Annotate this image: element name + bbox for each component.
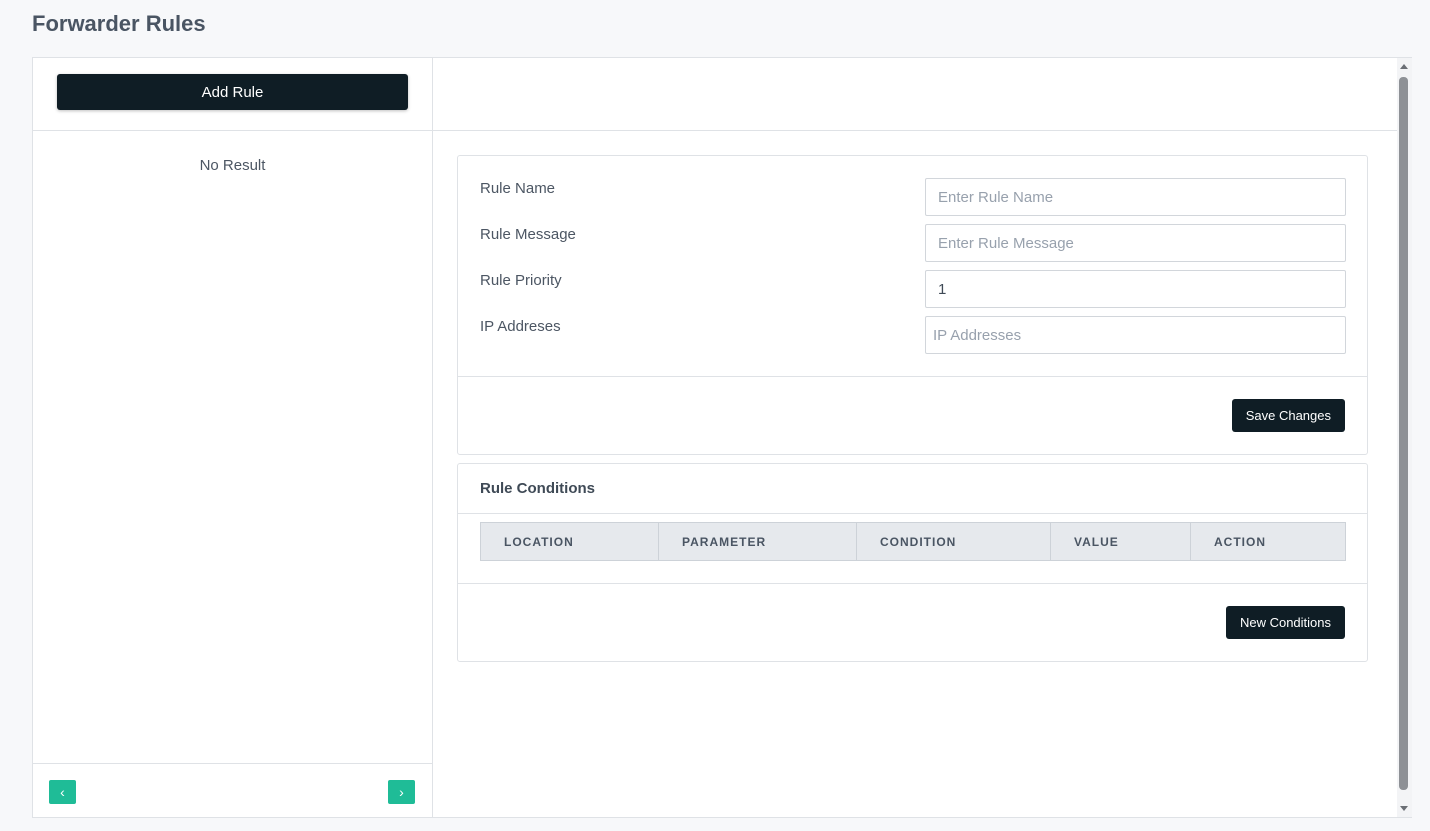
- conditions-title-divider: [458, 513, 1367, 514]
- column-header-condition: CONDITION: [856, 522, 1051, 561]
- rule-priority-label: Rule Priority: [480, 272, 562, 289]
- rule-conditions-title: Rule Conditions: [480, 480, 595, 497]
- rule-name-row: Rule Name: [480, 178, 1346, 216]
- detail-header: [433, 58, 1397, 131]
- add-rule-button[interactable]: Add Rule: [57, 74, 408, 110]
- rule-conditions-card: Rule Conditions LOCATION PARAMETER CONDI…: [457, 463, 1368, 662]
- new-conditions-button[interactable]: New Conditions: [1225, 606, 1345, 639]
- rule-name-label: Rule Name: [480, 180, 556, 197]
- rules-frame: Add Rule No Result ‹ › Rule Name Rule Me…: [32, 57, 1412, 818]
- sidebar-header: Add Rule: [33, 58, 432, 131]
- previous-page-button[interactable]: ‹: [49, 780, 76, 804]
- rule-message-input[interactable]: [925, 224, 1346, 262]
- rule-message-label: Rule Message: [480, 226, 576, 243]
- column-header-action: ACTION: [1190, 522, 1346, 561]
- ip-addresses-input[interactable]: [925, 316, 1346, 354]
- page-title: Forwarder Rules: [32, 11, 206, 36]
- form-divider: [458, 376, 1367, 377]
- chevron-left-icon: ‹: [60, 784, 65, 800]
- conditions-table: LOCATION PARAMETER CONDITION VALUE ACTIO…: [480, 522, 1346, 561]
- rule-name-input[interactable]: [925, 178, 1346, 216]
- scrollbar-thumb[interactable]: [1399, 77, 1408, 790]
- conditions-footer-divider: [458, 583, 1367, 584]
- scroll-up-arrow-icon[interactable]: [1400, 64, 1408, 69]
- save-changes-button[interactable]: Save Changes: [1231, 399, 1345, 432]
- conditions-header-row: LOCATION PARAMETER CONDITION VALUE ACTIO…: [480, 522, 1346, 561]
- rule-priority-row: Rule Priority: [480, 270, 1346, 308]
- rule-form-card: Rule Name Rule Message Rule Priority IP …: [457, 155, 1368, 455]
- column-header-location: LOCATION: [480, 522, 659, 561]
- ip-addresses-row: IP Addreses: [480, 316, 1346, 354]
- ip-addresses-label: IP Addreses: [480, 318, 561, 335]
- chevron-right-icon: ›: [399, 784, 404, 800]
- scroll-down-arrow-icon[interactable]: [1400, 806, 1408, 811]
- vertical-scrollbar[interactable]: [1397, 58, 1412, 817]
- empty-state-text: No Result: [199, 157, 266, 174]
- rules-sidebar: Add Rule No Result ‹ ›: [33, 58, 433, 817]
- sidebar-pagination: ‹ ›: [33, 763, 432, 817]
- column-header-value: VALUE: [1050, 522, 1191, 561]
- column-header-parameter: PARAMETER: [658, 522, 857, 561]
- rule-priority-input[interactable]: [925, 270, 1346, 308]
- rule-message-row: Rule Message: [480, 224, 1346, 262]
- next-page-button[interactable]: ›: [388, 780, 415, 804]
